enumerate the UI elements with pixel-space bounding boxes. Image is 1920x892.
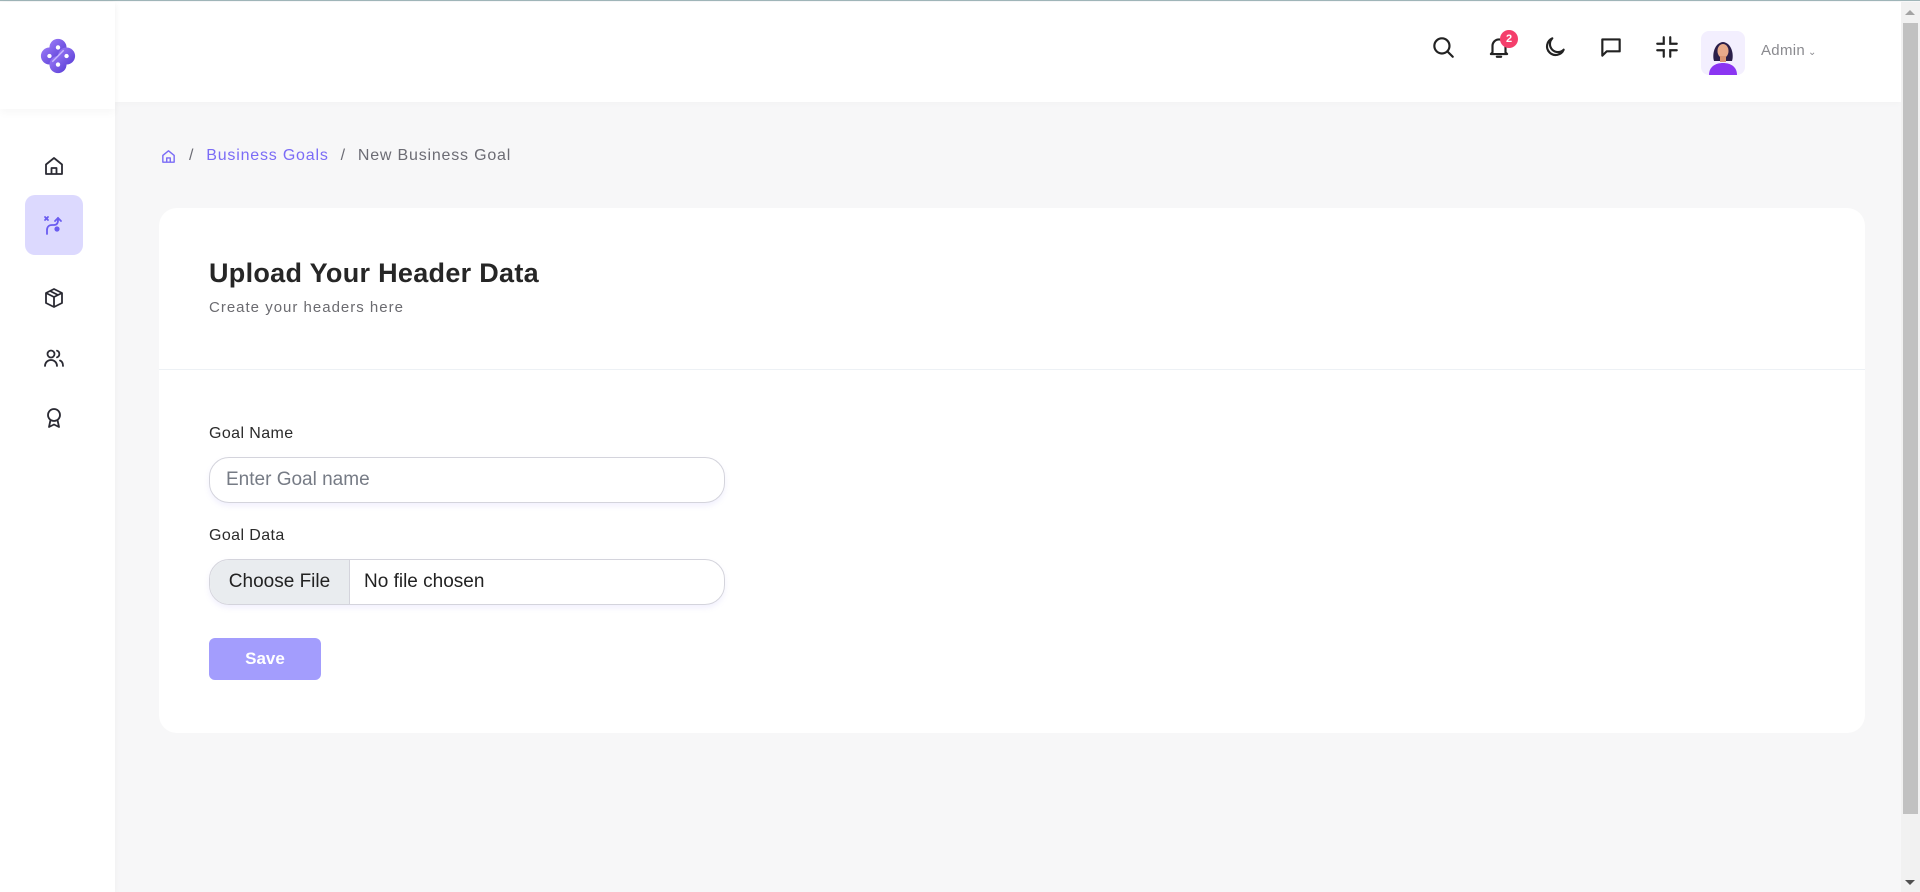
breadcrumb-separator: / [340, 147, 346, 164]
box-icon [45, 288, 63, 308]
minimize-icon [1656, 36, 1678, 58]
users-icon [44, 349, 64, 367]
card-header: Upload Your Header Data Create your head… [159, 208, 1865, 370]
goal-form: Goal Name Goal Data Choose File No file … [159, 370, 1865, 680]
moon-icon [1545, 37, 1565, 57]
sidebar-item-products[interactable] [25, 268, 83, 328]
choose-file-button[interactable]: Choose File [210, 560, 350, 604]
home-icon[interactable] [160, 148, 177, 165]
breadcrumb-separator: / [189, 147, 195, 164]
search-icon [1433, 37, 1454, 58]
sidebar-item-home[interactable] [25, 136, 83, 196]
scroll-thumb[interactable] [1903, 23, 1918, 814]
upload-card: Upload Your Header Data Create your head… [159, 208, 1865, 733]
logo[interactable] [0, 2, 115, 109]
chevron-down-icon: ⌄ [1808, 47, 1817, 58]
notification-badge: 2 [1500, 30, 1518, 48]
chat-icon [1601, 38, 1621, 57]
scroll-up-arrow-icon[interactable] [1905, 10, 1915, 15]
goal-name-label: Goal Name [209, 425, 294, 442]
sidebar [0, 2, 115, 892]
goal-data-label: Goal Data [209, 527, 285, 544]
breadcrumb-link-business-goals[interactable]: Business Goals [206, 147, 328, 165]
goal-data-file-input[interactable]: Choose File No file chosen [209, 559, 725, 605]
strategy-icon [44, 216, 62, 235]
home-icon [45, 157, 63, 175]
scroll-down-arrow-icon[interactable] [1905, 880, 1915, 885]
clover-logo-icon [40, 38, 75, 73]
messages-button[interactable] [1596, 32, 1626, 62]
award-icon [47, 408, 61, 428]
sidebar-item-awards[interactable] [25, 388, 83, 448]
sidebar-item-users[interactable] [25, 328, 83, 388]
card-subtitle: Create your headers here [209, 299, 404, 316]
save-button[interactable]: Save [209, 638, 321, 680]
file-status: No file chosen [364, 571, 485, 592]
goal-name-input[interactable] [209, 457, 725, 503]
card-title: Upload Your Header Data [209, 258, 539, 288]
dark-mode-toggle[interactable] [1540, 32, 1570, 62]
avatar[interactable] [1701, 31, 1745, 75]
top-header: 2 Admin ⌄ [115, 2, 1901, 102]
search-button[interactable] [1428, 32, 1458, 62]
breadcrumb-current: New Business Goal [357, 147, 512, 164]
page-scrollbar[interactable] [1901, 2, 1920, 892]
user-menu[interactable]: Admin ⌄ [1761, 42, 1817, 59]
sidebar-item-business-goals[interactable] [25, 195, 83, 255]
user-avatar-icon [1709, 42, 1737, 75]
notifications-button[interactable]: 2 [1484, 30, 1518, 62]
fullscreen-toggle[interactable] [1652, 32, 1682, 62]
breadcrumb: / Business Goals / New Business Goal [160, 147, 511, 165]
user-name: Admin [1761, 42, 1806, 59]
